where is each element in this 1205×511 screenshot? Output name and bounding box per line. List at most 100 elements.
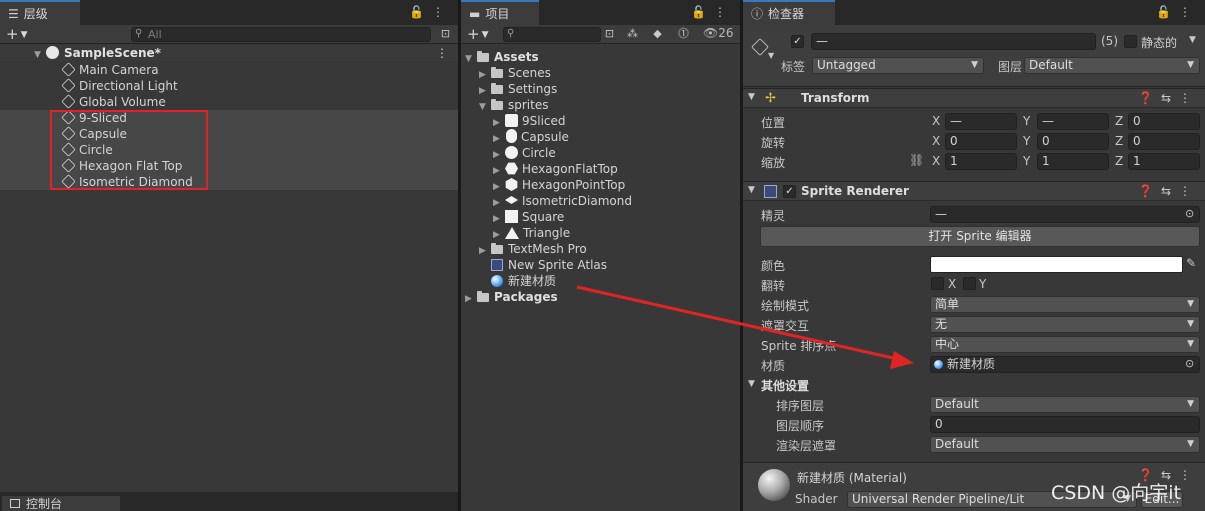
project-search-input[interactable]: ⚲ bbox=[503, 27, 601, 42]
help-icon[interactable]: ❓ bbox=[1138, 184, 1161, 198]
axis-z-label[interactable]: Z bbox=[1115, 134, 1123, 148]
rotation-z-input[interactable]: 0 bbox=[1128, 133, 1200, 150]
kebab-menu-icon[interactable]: ⋮ bbox=[1179, 91, 1199, 105]
help-icon[interactable]: ❓ bbox=[1138, 91, 1161, 105]
scene-menu-icon[interactable]: ⋮ bbox=[436, 45, 448, 61]
active-checkbox[interactable]: ✓ bbox=[791, 35, 804, 48]
object-picker-icon[interactable]: ⊙ bbox=[1185, 207, 1194, 220]
open-sprite-editor-button[interactable]: 打开 Sprite 编辑器 bbox=[760, 226, 1200, 247]
axis-z-label[interactable]: Z bbox=[1115, 154, 1123, 168]
color-swatch[interactable] bbox=[930, 256, 1183, 273]
kebab-menu-icon[interactable]: ⋮ bbox=[1179, 468, 1199, 482]
kebab-menu-icon[interactable]: ⋮ bbox=[432, 5, 452, 19]
tab-project[interactable]: ▬ 项目 bbox=[461, 0, 539, 25]
search-options-button[interactable]: ⊡ bbox=[602, 27, 617, 42]
axis-z-label[interactable]: Z bbox=[1115, 114, 1123, 128]
preset-icon[interactable]: ⇆ bbox=[1161, 91, 1179, 105]
lock-icon[interactable]: 🔓 bbox=[409, 5, 432, 19]
list-item[interactable]: ▶ Circle bbox=[493, 145, 556, 161]
tab-console[interactable]: 控制台 bbox=[2, 496, 120, 511]
list-item[interactable]: ▶ TextMesh Pro bbox=[479, 241, 587, 257]
tab-inspector[interactable]: ⓘ 检查器 bbox=[743, 0, 835, 25]
list-item[interactable]: Global Volume bbox=[61, 94, 166, 110]
mask-interaction-dropdown[interactable]: 无 ▼ bbox=[930, 316, 1200, 333]
position-y-input[interactable]: — bbox=[1037, 113, 1109, 130]
expand-arrow-icon[interactable]: ▼ bbox=[465, 51, 477, 67]
expand-arrow-icon[interactable]: ▼ bbox=[479, 99, 491, 115]
tab-hierarchy[interactable]: ☰ 层级 bbox=[0, 0, 80, 25]
rotation-y-input[interactable]: 0 bbox=[1037, 133, 1109, 150]
search-options-button[interactable]: ⊡ bbox=[438, 27, 453, 42]
filter-log-icon[interactable]: ⓵ bbox=[676, 27, 691, 42]
kebab-menu-icon[interactable]: ⋮ bbox=[1179, 5, 1199, 19]
axis-y-label[interactable]: Y bbox=[1023, 114, 1030, 128]
position-z-input[interactable]: 0 bbox=[1128, 113, 1200, 130]
object-name-input[interactable]: — bbox=[811, 33, 1096, 50]
list-item[interactable]: ▶ HexagonFlatTop bbox=[493, 161, 618, 177]
position-x-input[interactable]: — bbox=[945, 113, 1017, 130]
render-layer-mask-dropdown[interactable]: Default ▼ bbox=[930, 436, 1200, 453]
filter-label-icon[interactable]: ◆ bbox=[650, 27, 665, 42]
list-item[interactable]: ▶ IsometricDiamond bbox=[493, 193, 632, 209]
list-item[interactable]: ▼ sprites bbox=[479, 97, 548, 113]
scale-y-input[interactable]: 1 bbox=[1037, 153, 1109, 170]
preset-icon[interactable]: ⇆ bbox=[1161, 184, 1179, 198]
transform-header[interactable]: ▼ ✢ Transform ❓⇆⋮ bbox=[743, 88, 1205, 108]
flip-y-checkbox[interactable] bbox=[963, 277, 976, 290]
tag-dropdown[interactable]: Untagged ▼ bbox=[812, 57, 984, 74]
collapse-arrow-icon[interactable]: ▶ bbox=[479, 243, 491, 259]
foldout-arrow-icon[interactable]: ▼ bbox=[748, 185, 755, 195]
order-in-layer-input[interactable]: 0 bbox=[930, 416, 1200, 433]
collapse-arrow-icon[interactable]: ▶ bbox=[465, 291, 477, 307]
constrain-proportions-icon[interactable]: ⛓ bbox=[909, 153, 924, 167]
list-item[interactable]: ▶ Triangle bbox=[493, 225, 570, 241]
flip-x-checkbox[interactable] bbox=[931, 277, 944, 290]
list-item[interactable]: Main Camera bbox=[61, 62, 159, 78]
axis-y-label[interactable]: Y bbox=[1023, 134, 1030, 148]
static-dropdown-icon[interactable]: ▼ bbox=[1189, 35, 1196, 45]
list-item[interactable]: ▶ 9Sliced bbox=[493, 113, 566, 129]
list-item[interactable]: ▶ HexagonPointTop bbox=[493, 177, 625, 193]
lock-icon[interactable]: 🔓 bbox=[1156, 5, 1179, 19]
list-item[interactable]: ▶ Capsule bbox=[493, 129, 569, 145]
kebab-menu-icon[interactable]: ⋮ bbox=[714, 5, 734, 19]
list-item[interactable]: ▶ Square bbox=[493, 209, 564, 225]
layer-dropdown[interactable]: Default ▼ bbox=[1024, 57, 1200, 74]
filter-type-icon[interactable]: ⁂ bbox=[625, 27, 640, 42]
axis-x-label[interactable]: X bbox=[932, 114, 940, 128]
sorting-layer-dropdown[interactable]: Default ▼ bbox=[930, 396, 1200, 413]
scene-row[interactable]: ▼ SampleScene* ⋮ bbox=[0, 45, 458, 61]
list-item[interactable]: New Sprite Atlas bbox=[491, 257, 607, 273]
list-item[interactable]: 新建材质 bbox=[491, 273, 556, 289]
assets-folder-row[interactable]: ▼ Assets bbox=[465, 49, 539, 65]
chevron-down-icon[interactable]: ▼ bbox=[768, 51, 774, 60]
sprite-renderer-header[interactable]: ▼ ✓ Sprite Renderer ❓⇆⋮ bbox=[743, 181, 1205, 201]
axis-y-label[interactable]: Y bbox=[1023, 154, 1030, 168]
list-item[interactable]: ▶ Settings bbox=[479, 81, 557, 97]
sort-point-dropdown[interactable]: 中心 ▼ bbox=[930, 336, 1200, 353]
hierarchy-search-input[interactable]: ⚲ All bbox=[131, 27, 431, 42]
foldout-arrow-icon[interactable]: ▼ bbox=[748, 92, 755, 102]
create-asset-button[interactable]: + ▼ bbox=[467, 25, 489, 43]
draw-mode-dropdown[interactable]: 简单 ▼ bbox=[930, 296, 1200, 313]
scale-z-input[interactable]: 1 bbox=[1128, 153, 1200, 170]
eyedropper-icon[interactable]: ✎ bbox=[1186, 256, 1196, 270]
create-button[interactable]: + ▼ bbox=[6, 25, 28, 43]
sprite-renderer-enabled-checkbox[interactable]: ✓ bbox=[783, 185, 796, 198]
material-object-field[interactable]: 新建材质 bbox=[930, 356, 1200, 373]
lock-icon[interactable]: 🔓 bbox=[691, 5, 714, 19]
foldout-arrow-icon[interactable]: ▼ bbox=[748, 379, 755, 389]
static-checkbox[interactable] bbox=[1124, 35, 1137, 48]
hidden-packages-counter[interactable]: 👁26 bbox=[703, 26, 734, 40]
expand-arrow-icon[interactable]: ▼ bbox=[34, 47, 46, 63]
kebab-menu-icon[interactable]: ⋮ bbox=[1179, 184, 1199, 198]
axis-x-label[interactable]: X bbox=[932, 134, 940, 148]
list-item[interactable]: ▶ Scenes bbox=[479, 65, 551, 81]
rotation-x-input[interactable]: 0 bbox=[945, 133, 1017, 150]
list-item[interactable]: Directional Light bbox=[61, 78, 178, 94]
sprite-object-field[interactable]: — bbox=[930, 206, 1200, 223]
axis-x-label[interactable]: X bbox=[932, 154, 940, 168]
scale-x-input[interactable]: 1 bbox=[945, 153, 1017, 170]
other-settings-foldout[interactable]: 其他设置 bbox=[761, 377, 809, 394]
object-picker-icon[interactable]: ⊙ bbox=[1185, 357, 1194, 370]
